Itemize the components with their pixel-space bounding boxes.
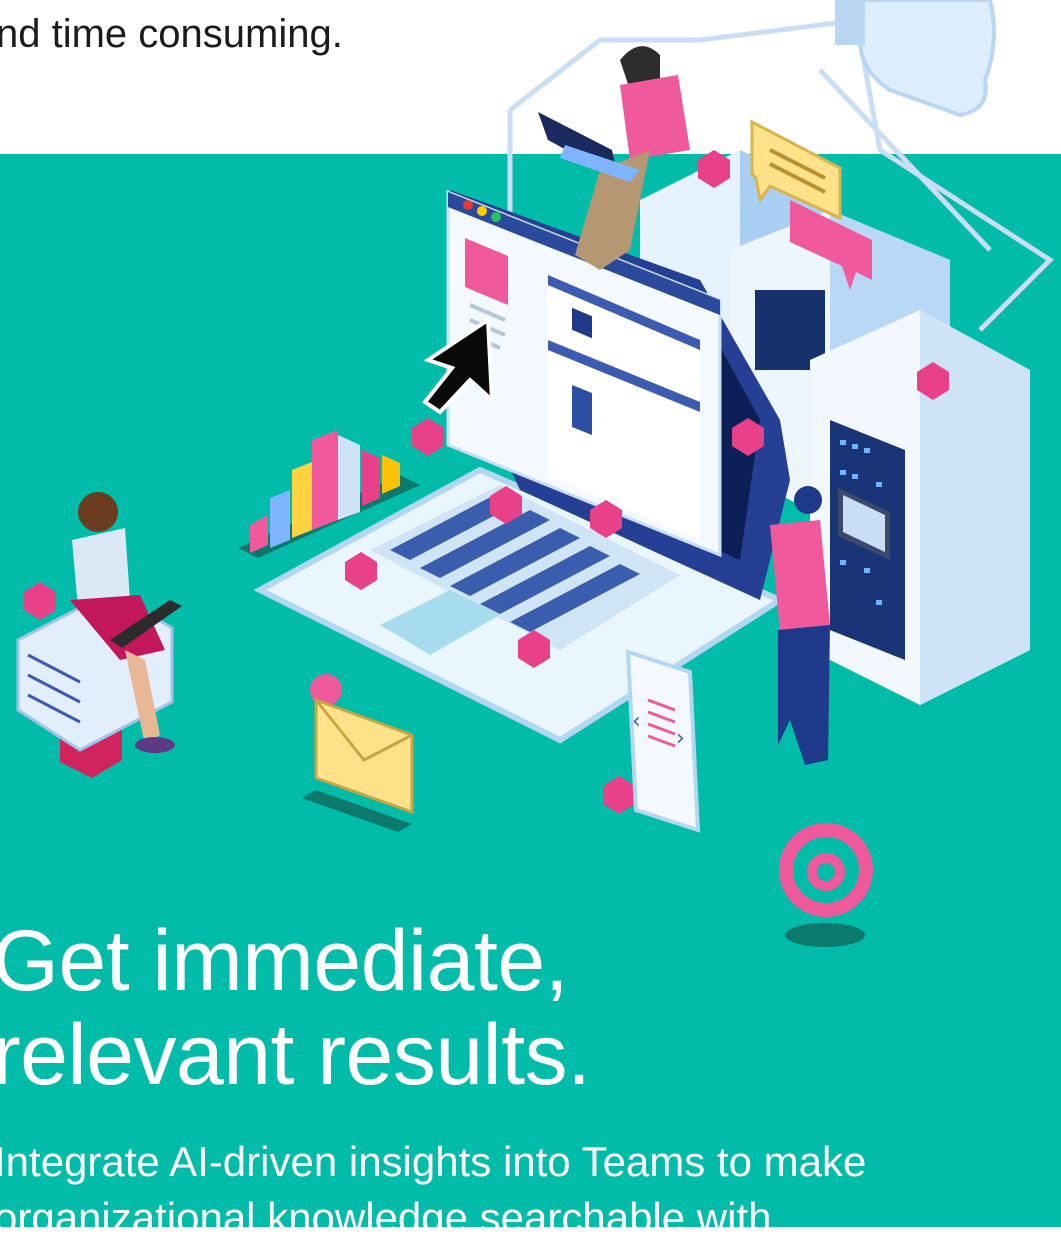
at-sign-icon [779, 823, 873, 947]
isometric-tech-workspace-illustration: ‹ › [16, 0, 1054, 947]
body-copy: Integrate AI-driven insights into Teams … [0, 1134, 866, 1246]
headline-line-1: Get immediate, [0, 913, 569, 1009]
svg-text:›: › [676, 726, 685, 751]
headline-line-2: relevant results. [0, 1007, 591, 1103]
cloud-icon [835, 0, 996, 118]
svg-text:‹: ‹ [632, 709, 641, 734]
headline: Get immediate, relevant results. [0, 914, 591, 1102]
body-line-2: organizational knowledge searchable with [0, 1194, 772, 1241]
envelope-icon [302, 674, 414, 832]
body-line-1: Integrate AI-driven insights into Teams … [0, 1138, 867, 1185]
smartphone-icon: ‹ › [625, 649, 701, 833]
